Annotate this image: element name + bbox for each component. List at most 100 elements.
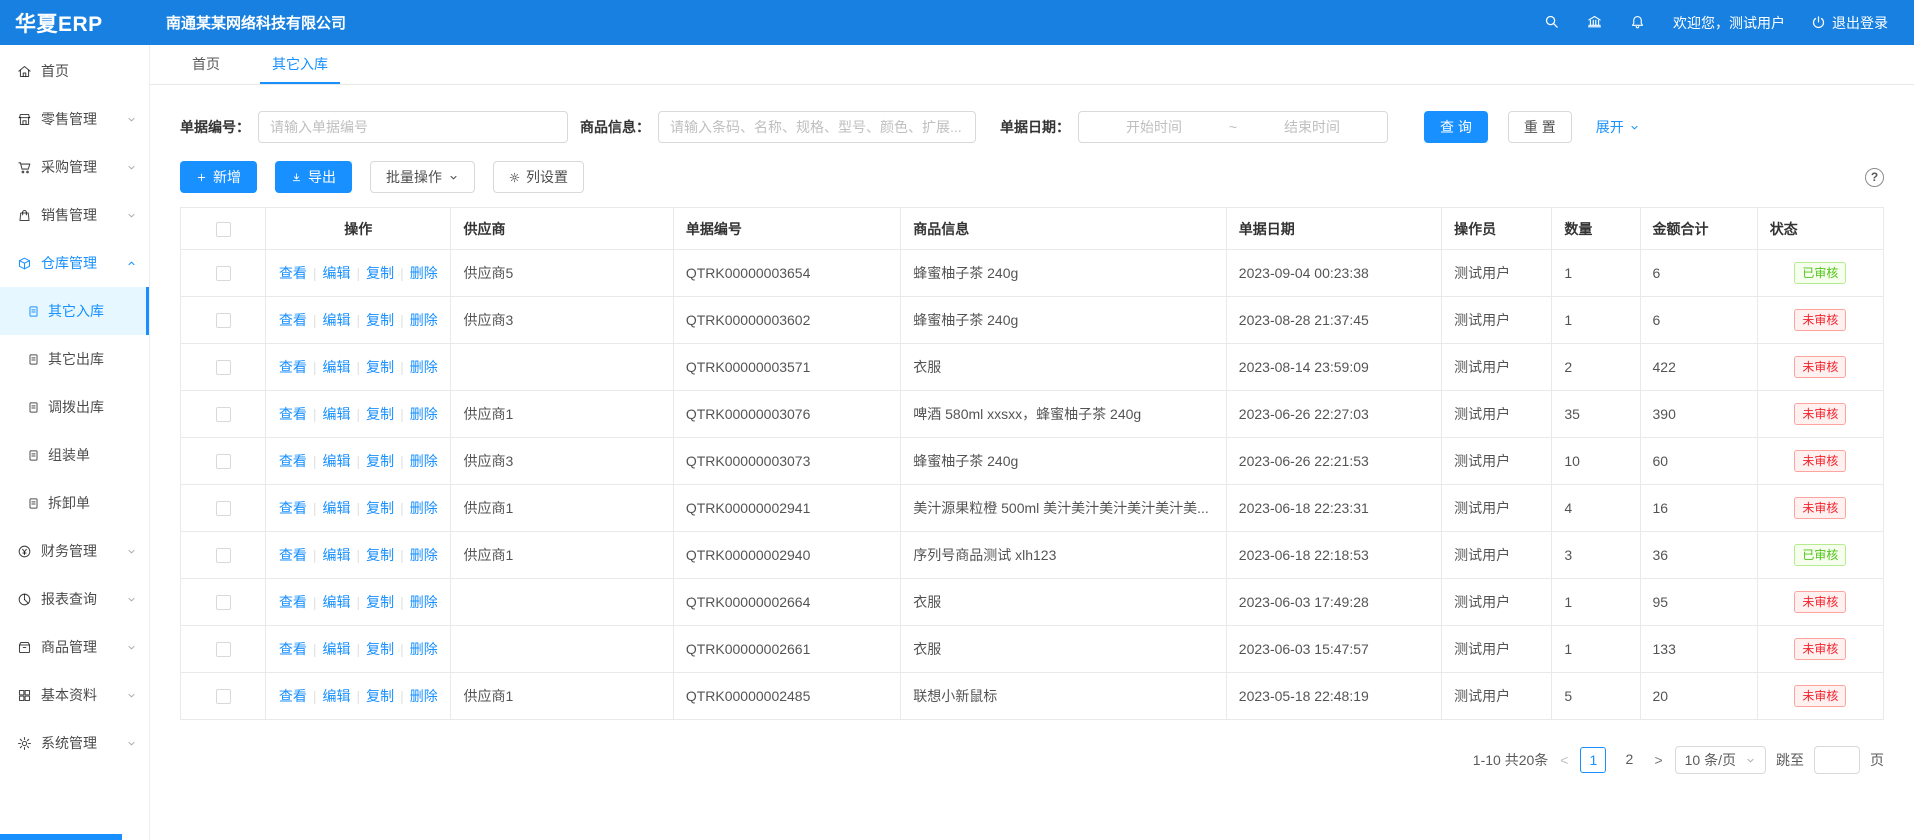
- delete-link[interactable]: 删除: [410, 359, 438, 375]
- coin-icon: [17, 544, 32, 559]
- search-button[interactable]: 查 询: [1424, 111, 1488, 143]
- help-icon[interactable]: ?: [1865, 168, 1884, 187]
- view-link[interactable]: 查看: [279, 406, 307, 422]
- row-checkbox[interactable]: [216, 548, 231, 563]
- delete-link[interactable]: 删除: [410, 500, 438, 516]
- copy-link[interactable]: 复制: [366, 312, 394, 328]
- date-filter: 单据日期： ~: [1000, 111, 1388, 143]
- sidebar-item-basic-data[interactable]: 基本资料: [0, 671, 149, 719]
- delete-link[interactable]: 删除: [410, 594, 438, 610]
- delete-link[interactable]: 删除: [410, 547, 438, 563]
- column-settings-button[interactable]: 列设置: [493, 161, 584, 193]
- edit-link[interactable]: 编辑: [322, 359, 350, 375]
- tab-home[interactable]: 首页: [180, 45, 232, 84]
- supplier-cell: 供应商1: [451, 485, 673, 532]
- jump-to-label: 跳至: [1776, 750, 1804, 770]
- view-link[interactable]: 查看: [279, 265, 307, 281]
- jump-page-input[interactable]: [1814, 746, 1860, 774]
- row-checkbox[interactable]: [216, 266, 231, 281]
- copy-link[interactable]: 复制: [366, 453, 394, 469]
- row-checkbox[interactable]: [216, 407, 231, 422]
- delete-link[interactable]: 删除: [410, 688, 438, 704]
- sidebar-item-purchase[interactable]: 采购管理: [0, 143, 149, 191]
- row-checkbox[interactable]: [216, 642, 231, 657]
- edit-link[interactable]: 编辑: [322, 406, 350, 422]
- delete-link[interactable]: 删除: [410, 265, 438, 281]
- amount-cell: 6: [1640, 297, 1757, 344]
- qty-cell: 5: [1552, 673, 1640, 720]
- next-page-button[interactable]: >: [1652, 752, 1664, 768]
- edit-link[interactable]: 编辑: [322, 641, 350, 657]
- view-link[interactable]: 查看: [279, 359, 307, 375]
- sidebar-item-system[interactable]: 系统管理: [0, 719, 149, 767]
- reset-button[interactable]: 重 置: [1508, 111, 1572, 143]
- sidebar-item-other-inbound[interactable]: 其它入库: [0, 287, 149, 335]
- sidebar-item-sales[interactable]: 销售管理: [0, 191, 149, 239]
- edit-link[interactable]: 编辑: [322, 265, 350, 281]
- select-all-checkbox[interactable]: [216, 222, 231, 237]
- copy-link[interactable]: 复制: [366, 547, 394, 563]
- row-checkbox[interactable]: [216, 360, 231, 375]
- copy-link[interactable]: 复制: [366, 594, 394, 610]
- delete-link[interactable]: 删除: [410, 406, 438, 422]
- view-link[interactable]: 查看: [279, 688, 307, 704]
- copy-link[interactable]: 复制: [366, 500, 394, 516]
- edit-link[interactable]: 编辑: [322, 453, 350, 469]
- date-range-picker[interactable]: ~: [1078, 111, 1388, 143]
- copy-link[interactable]: 复制: [366, 688, 394, 704]
- row-checkbox[interactable]: [216, 501, 231, 516]
- edit-link[interactable]: 编辑: [322, 688, 350, 704]
- row-checkbox[interactable]: [216, 313, 231, 328]
- edit-link[interactable]: 编辑: [322, 312, 350, 328]
- sidebar-item-warehouse[interactable]: 仓库管理: [0, 239, 149, 287]
- search-icon[interactable]: [1544, 14, 1561, 31]
- delete-link[interactable]: 删除: [410, 453, 438, 469]
- sidebar-item-finance[interactable]: 财务管理: [0, 527, 149, 575]
- edit-link[interactable]: 编辑: [322, 547, 350, 563]
- view-link[interactable]: 查看: [279, 594, 307, 610]
- sidebar-item-retail[interactable]: 零售管理: [0, 95, 149, 143]
- product-info-input[interactable]: [658, 111, 976, 143]
- expand-toggle[interactable]: 展开: [1596, 117, 1640, 137]
- batch-actions-button[interactable]: 批量操作: [370, 161, 475, 193]
- view-link[interactable]: 查看: [279, 547, 307, 563]
- sidebar-item-transfer-outbound[interactable]: 调拨出库: [0, 383, 149, 431]
- copy-link[interactable]: 复制: [366, 265, 394, 281]
- bell-icon[interactable]: [1630, 14, 1647, 31]
- tab-other-inbound[interactable]: 其它入库: [260, 45, 340, 84]
- logout-button[interactable]: 退出登录: [1811, 13, 1888, 33]
- date-cell: 2023-06-03 17:49:28: [1226, 579, 1441, 626]
- row-checkbox[interactable]: [216, 689, 231, 704]
- copy-link[interactable]: 复制: [366, 359, 394, 375]
- page-button-1[interactable]: 1: [1580, 747, 1606, 773]
- sidebar-item-home[interactable]: 首页: [0, 47, 149, 95]
- page-size-select[interactable]: 10 条/页: [1675, 746, 1766, 774]
- bank-icon[interactable]: [1587, 14, 1604, 31]
- prev-page-button[interactable]: <: [1558, 752, 1570, 768]
- start-date-input[interactable]: [1079, 119, 1229, 135]
- doc-no-input[interactable]: [258, 111, 568, 143]
- copy-link[interactable]: 复制: [366, 641, 394, 657]
- row-checkbox[interactable]: [216, 595, 231, 610]
- view-link[interactable]: 查看: [279, 453, 307, 469]
- row-checkbox[interactable]: [216, 454, 231, 469]
- page-button-2[interactable]: 2: [1616, 747, 1642, 773]
- delete-link[interactable]: 删除: [410, 641, 438, 657]
- sidebar-item-other-outbound[interactable]: 其它出库: [0, 335, 149, 383]
- delete-link[interactable]: 删除: [410, 312, 438, 328]
- export-button[interactable]: 导出: [275, 161, 352, 193]
- add-button[interactable]: 新增: [180, 161, 257, 193]
- sidebar-item-report[interactable]: 报表查询: [0, 575, 149, 623]
- sidebar-item-assembly-order[interactable]: 组装单: [0, 431, 149, 479]
- view-link[interactable]: 查看: [279, 641, 307, 657]
- sidebar-item-product[interactable]: 商品管理: [0, 623, 149, 671]
- copy-link[interactable]: 复制: [366, 406, 394, 422]
- edit-link[interactable]: 编辑: [322, 500, 350, 516]
- view-link[interactable]: 查看: [279, 500, 307, 516]
- supplier-cell: 供应商3: [451, 297, 673, 344]
- edit-link[interactable]: 编辑: [322, 594, 350, 610]
- end-date-input[interactable]: [1237, 119, 1387, 135]
- warehouse-submenu: 其它入库 其它出库 调拨出库 组装单 拆卸单: [0, 287, 149, 527]
- view-link[interactable]: 查看: [279, 312, 307, 328]
- sidebar-item-disassembly-order[interactable]: 拆卸单: [0, 479, 149, 527]
